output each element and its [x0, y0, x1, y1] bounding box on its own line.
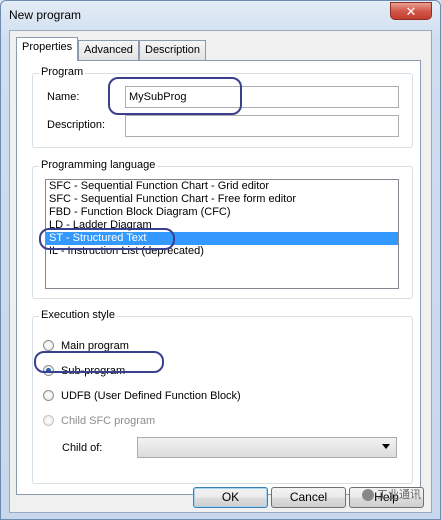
dialog-client-area: Properties Advanced Description Program …: [9, 30, 432, 513]
child-of-dropdown[interactable]: [137, 437, 397, 458]
program-group: Program Name: MySubProg Description:: [32, 66, 413, 148]
list-item-selected[interactable]: ST - Structured Text: [46, 232, 398, 245]
language-listbox[interactable]: SFC - Sequential Function Chart - Grid e…: [45, 179, 399, 289]
programming-language-legend: Programming language: [39, 159, 158, 171]
program-group-legend: Program: [39, 66, 86, 78]
radio-button[interactable]: [43, 390, 54, 401]
cancel-button[interactable]: Cancel: [271, 487, 346, 508]
radio-button[interactable]: [43, 340, 54, 351]
tab-description[interactable]: Description: [139, 40, 207, 60]
radio-label: Sub-program: [61, 365, 126, 377]
properties-panel: Program Name: MySubProg Description: Pro…: [16, 60, 421, 495]
tab-advanced[interactable]: Advanced: [78, 40, 139, 60]
tab-properties[interactable]: Properties: [16, 37, 79, 61]
list-item[interactable]: IL - Instruction List (deprecated): [46, 245, 398, 258]
name-field[interactable]: MySubProg: [125, 86, 399, 108]
radio-label: Main program: [61, 340, 129, 352]
watermark-text: 工业通讯: [377, 489, 421, 501]
execution-style-group: Execution style Main program Sub-program…: [32, 309, 413, 484]
execution-style-legend: Execution style: [39, 309, 117, 321]
ok-button[interactable]: OK: [193, 487, 268, 508]
wechat-icon: [362, 489, 374, 502]
list-item[interactable]: SFC - Sequential Function Chart - Free f…: [46, 193, 398, 206]
child-of-label: Child of:: [62, 442, 103, 454]
list-item[interactable]: FBD - Function Block Diagram (CFC): [46, 206, 398, 219]
window-title: New program: [9, 8, 82, 22]
programming-language-group: Programming language SFC - Sequential Fu…: [32, 159, 413, 299]
description-label: Description:: [47, 119, 106, 131]
radio-button-disabled: [43, 415, 54, 426]
radio-label: UDFB (User Defined Function Block): [61, 390, 241, 402]
close-icon: ✕: [405, 4, 417, 19]
description-field[interactable]: [125, 115, 399, 137]
title-bar[interactable]: New program ✕: [1, 1, 440, 31]
list-item[interactable]: LD - Ladder Diagram: [46, 219, 398, 232]
name-label: Name:: [47, 91, 80, 103]
watermark: 工业通讯: [362, 486, 421, 502]
close-button[interactable]: ✕: [390, 2, 432, 20]
radio-button-checked[interactable]: [43, 365, 54, 376]
new-program-dialog: New program ✕ Properties Advanced Descri…: [0, 0, 441, 520]
radio-label: Child SFC program: [61, 415, 156, 427]
list-item[interactable]: SFC - Sequential Function Chart - Grid e…: [46, 180, 398, 193]
chevron-down-icon: [382, 444, 390, 449]
